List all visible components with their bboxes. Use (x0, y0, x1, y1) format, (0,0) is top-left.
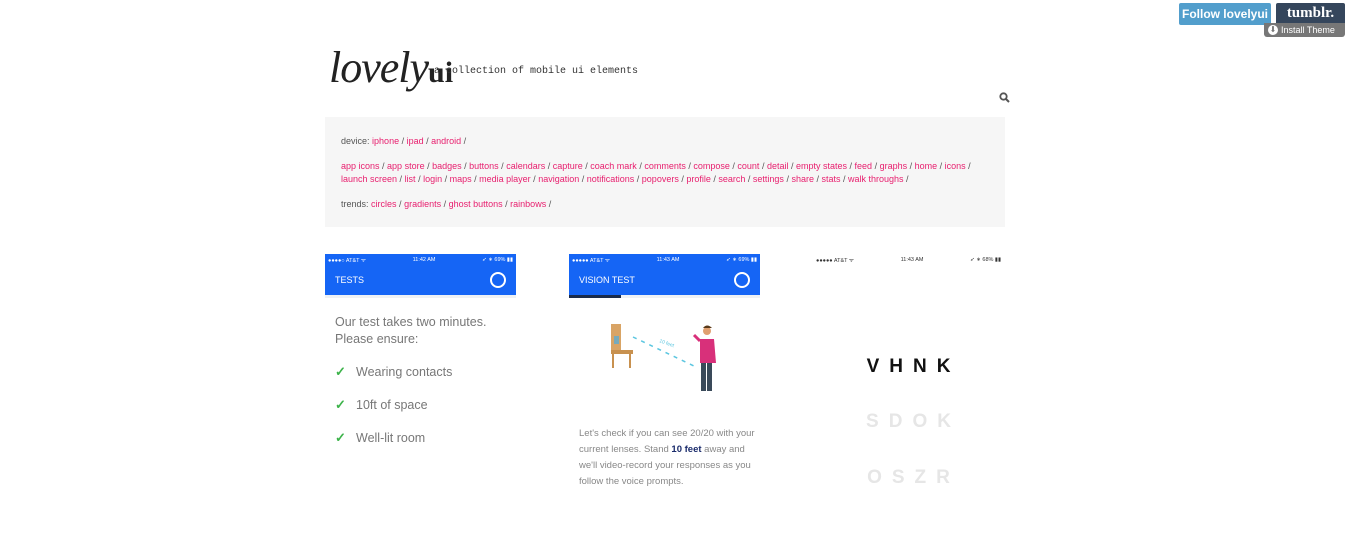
filter-link-ghost-buttons[interactable]: ghost buttons (449, 199, 503, 209)
filter-link-comments[interactable]: comments (644, 161, 686, 171)
progress-bar (569, 295, 760, 298)
filter-link-ipad[interactable]: ipad (407, 136, 424, 146)
carrier: ●●●●○ AT&T ᯤ (328, 257, 366, 264)
filter-link-icons[interactable]: icons (945, 161, 966, 171)
filter-link-launch-screen[interactable]: launch screen (341, 174, 397, 184)
screen-title: VISION TEST (579, 275, 635, 285)
install-theme-button[interactable]: ⬇ Install Theme (1264, 23, 1345, 37)
filter-link-gradients[interactable]: gradients (404, 199, 441, 209)
filter-link-profile[interactable]: profile (686, 174, 711, 184)
intro-text: Our test takes two minutes. Please ensur… (335, 315, 487, 346)
check-label: Wearing contacts (356, 364, 453, 379)
distance-label: 10 feet (658, 338, 675, 349)
circle-icon[interactable] (734, 272, 750, 288)
filter-link-navigation[interactable]: navigation (538, 174, 579, 184)
filter-link-walk-throughs[interactable]: walk throughs (848, 174, 904, 184)
time: 11:42 AM (412, 256, 436, 263)
battery: ➶ ∗ 69% ▮▮ (726, 256, 757, 263)
filter-link-rainbows[interactable]: rainbows (510, 199, 546, 209)
install-label: Install Theme (1281, 25, 1335, 35)
time: 11:43 AM (900, 256, 924, 263)
carrier: ●●●●● AT&T ᯤ (572, 257, 610, 264)
checkmark-icon: ✓ (335, 363, 346, 379)
app-header: TESTS (325, 265, 516, 295)
filter-link-compose[interactable]: compose (693, 161, 730, 171)
filter-link-iphone[interactable]: iphone (372, 136, 399, 146)
time: 11:43 AM (656, 256, 680, 263)
check-item: ✓ 10ft of space (325, 395, 516, 414)
filter-link-android[interactable]: android (431, 136, 461, 146)
filter-link-app-store[interactable]: app store (387, 161, 425, 171)
filter-link-popovers[interactable]: popovers (642, 174, 679, 184)
check-item: ✓ Well-lit room (325, 428, 516, 447)
letter-row: OSZR (867, 467, 960, 488)
filter-link-buttons[interactable]: buttons (469, 161, 499, 171)
filter-link-list[interactable]: list (405, 174, 416, 184)
letter-row: VHNK (866, 356, 961, 377)
instruction-text: Let's check if you can see 20/20 with yo… (579, 426, 759, 490)
filter-link-media-player[interactable]: media player (479, 174, 531, 184)
filter-link-feed[interactable]: feed (855, 161, 873, 171)
letter-row: SDOK (866, 411, 961, 432)
app-header: VISION TEST (569, 265, 760, 295)
circle-icon[interactable] (490, 272, 506, 288)
filter-link-circles[interactable]: circles (371, 199, 397, 209)
filter-link-notifications[interactable]: notifications (587, 174, 635, 184)
check-item: ✓ Wearing contacts (325, 362, 516, 381)
eye-chart-screen: ●●●●● AT&T ᯤ 11:43 AM ➶ ∗ 68% ▮▮ VHNK SDOK… (813, 254, 1004, 534)
battery: ➶ ∗ 68% ▮▮ (970, 256, 1001, 263)
logo-script: lovely (329, 43, 429, 92)
checkmark-icon: ✓ (335, 396, 346, 412)
tagline: a collection of mobile ui elements (434, 66, 639, 77)
filter-link-empty-states[interactable]: empty states (796, 161, 847, 171)
follow-button[interactable]: Follow lovelyui (1179, 3, 1271, 25)
illustration-chair-person: 10 feet (611, 324, 716, 391)
filter-link-settings[interactable]: settings (753, 174, 784, 184)
trend-filters: trends: circles / gradients / ghost butt… (341, 199, 552, 209)
filter-link-graphs[interactable]: graphs (880, 161, 908, 171)
trends-label: trends: (341, 199, 369, 209)
status-bar: ●●●●○ AT&T ᯤ 11:42 AM ➶ ∗ 69% ▮▮ (325, 254, 516, 265)
checkmark-icon: ✓ (335, 429, 346, 445)
tumblr-logo-button[interactable]: tumblr. (1276, 3, 1345, 25)
filter-link-capture[interactable]: capture (553, 161, 583, 171)
filter-link-detail[interactable]: detail (767, 161, 789, 171)
text-bold: 10 feet (671, 444, 702, 455)
filter-link-stats[interactable]: stats (821, 174, 840, 184)
filter-link-badges[interactable]: badges (432, 161, 462, 171)
vision-test-screen: ●●●●● AT&T ᯤ 11:43 AM ➶ ∗ 69% ▮▮ VISION TE… (569, 254, 760, 534)
device-label: device: (341, 136, 370, 146)
filter-link-coach-mark[interactable]: coach mark (590, 161, 637, 171)
category-filters: app icons / app store / badges / buttons… (341, 161, 971, 184)
screen-title: TESTS (335, 275, 365, 285)
filter-link-share[interactable]: share (791, 174, 814, 184)
search-icon[interactable] (999, 92, 1010, 103)
filter-panel: device: iphone / ipad / android / app ic… (325, 117, 1005, 227)
filter-link-calendars[interactable]: calendars (506, 161, 545, 171)
filter-link-app-icons[interactable]: app icons (341, 161, 380, 171)
filter-link-maps[interactable]: maps (450, 174, 472, 184)
battery: ➶ ∗ 69% ▮▮ (482, 256, 513, 263)
device-filters: device: iphone / ipad / android / (341, 136, 467, 146)
carrier: ●●●●● AT&T ᯤ (816, 257, 854, 264)
status-bar: ●●●●● AT&T ᯤ 11:43 AM ➶ ∗ 68% ▮▮ (813, 254, 1004, 265)
status-bar: ●●●●● AT&T ᯤ 11:43 AM ➶ ∗ 69% ▮▮ (569, 254, 760, 265)
filter-link-login[interactable]: login (423, 174, 442, 184)
download-icon: ⬇ (1268, 25, 1278, 35)
check-label: Well-lit room (356, 430, 426, 445)
check-label: 10ft of space (356, 397, 428, 412)
filter-link-home[interactable]: home (915, 161, 938, 171)
tests-screen: ●●●●○ AT&T ᯤ 11:42 AM ➶ ∗ 69% ▮▮ TESTS Our… (325, 254, 516, 534)
filter-link-search[interactable]: search (718, 174, 745, 184)
filter-link-count[interactable]: count (737, 161, 759, 171)
